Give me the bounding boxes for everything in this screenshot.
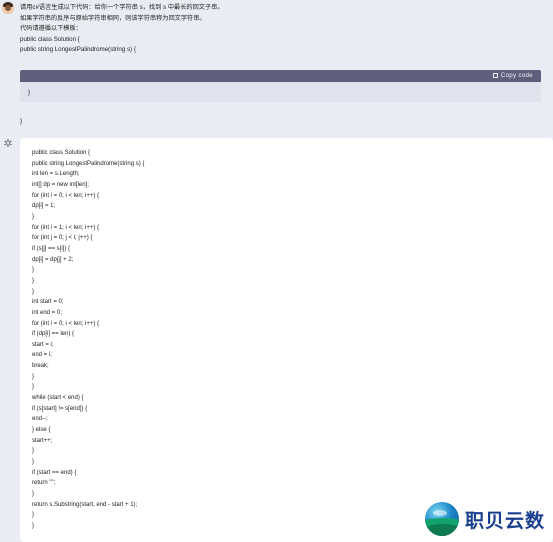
answer-code-line: if (dp[i] == len) { (32, 331, 75, 338)
brand-logo: 职贝云数 (425, 500, 549, 538)
answer-code-line: } (32, 277, 35, 284)
answer-code-line: for (int j = 0; j < i; j++) { (32, 235, 93, 242)
answer-code-line: } (32, 512, 35, 519)
answer-code-line: while (start < end) { (32, 395, 84, 402)
answer-code-line: } (32, 491, 35, 497)
answer-code-line: for (int i = 0; i < len; i++) { (32, 192, 100, 199)
answer-code-line: if (s[start] != s[end]) { (32, 405, 88, 412)
answer-code: public class Solution { public string Lon… (32, 148, 144, 532)
brand-logo-text: 职贝云数 (465, 509, 546, 532)
answer-code-line: dp[i] = 1; (32, 203, 56, 210)
user-message-line: 代码请遵循以下模板： (20, 25, 82, 33)
answer-code-line: int len = s.Length; (32, 171, 80, 178)
answer-code-line: } (32, 384, 35, 391)
answer-code-line: return s.Substring(start, end - start + … (32, 501, 138, 508)
user-message: 请用c#语言生成以下代码：给你一个字符串 s，找到 s 中最长的回文子串。 如果字… (20, 3, 224, 56)
answer-code-line: int start = 0; (32, 299, 64, 306)
code-block-content: } (28, 89, 31, 96)
user-message-line: 如果字符串的反序与原始字符串相同，则该字符串称为回文字符串。 (20, 14, 206, 22)
assistant-answer: public class Solution { public string Lon… (20, 138, 553, 542)
copy-code-label: Copy code (500, 72, 533, 79)
answer-code-line: return ""; (32, 480, 56, 487)
answer-code-line: end = i; (32, 352, 52, 359)
assistant-logo-icon: ✲ (3, 138, 13, 150)
answer-code-line: if (s[j] == s[i]) { (32, 245, 71, 252)
copy-icon (492, 73, 498, 78)
answer-code-line: } (32, 288, 35, 295)
answer-code-line: } (32, 213, 35, 220)
code-block-body: } (20, 82, 541, 102)
answer-code-line: for (int i = 1; i < len; i++) { (32, 224, 100, 231)
trailing-brace: } (20, 118, 23, 125)
copy-code-button[interactable]: Copy code (492, 72, 533, 79)
answer-code-line: } else { (32, 427, 51, 434)
answer-code-line: end--; (32, 416, 48, 423)
globe-icon (425, 502, 459, 536)
user-message-line: public class Solution { (20, 35, 80, 43)
answer-code-line: public class Solution { (32, 150, 91, 156)
answer-code-line: } (32, 448, 35, 455)
answer-code-line: int[] dp = new int[len]; (32, 181, 89, 188)
code-block-header: Copy code (20, 70, 541, 82)
answer-code-line: start = i; (32, 341, 54, 348)
answer-code-line: break; (32, 363, 49, 370)
answer-code-line: if (start == end) { (32, 469, 77, 476)
answer-code-line: dp[i] = dp[j] + 2; (32, 256, 74, 263)
answer-code-line: } (32, 267, 35, 274)
answer-code-line: } (32, 373, 35, 380)
answer-code-line: start++; (32, 437, 53, 444)
answer-code-line: } (32, 459, 35, 466)
user-avatar (2, 2, 14, 14)
answer-code-line: for (int i = 0; i < len; i++) { (32, 320, 100, 327)
user-message-line: public string LongestPalindrome(string s… (20, 46, 136, 54)
user-message-line: 请用c#语言生成以下代码：给你一个字符串 s，找到 s 中最长的回文子串。 (20, 4, 224, 11)
answer-code-line: int end = 0; (32, 309, 62, 316)
answer-code-line: } (32, 522, 35, 529)
answer-code-line: public string LongestPalindrome(string s… (32, 160, 145, 167)
